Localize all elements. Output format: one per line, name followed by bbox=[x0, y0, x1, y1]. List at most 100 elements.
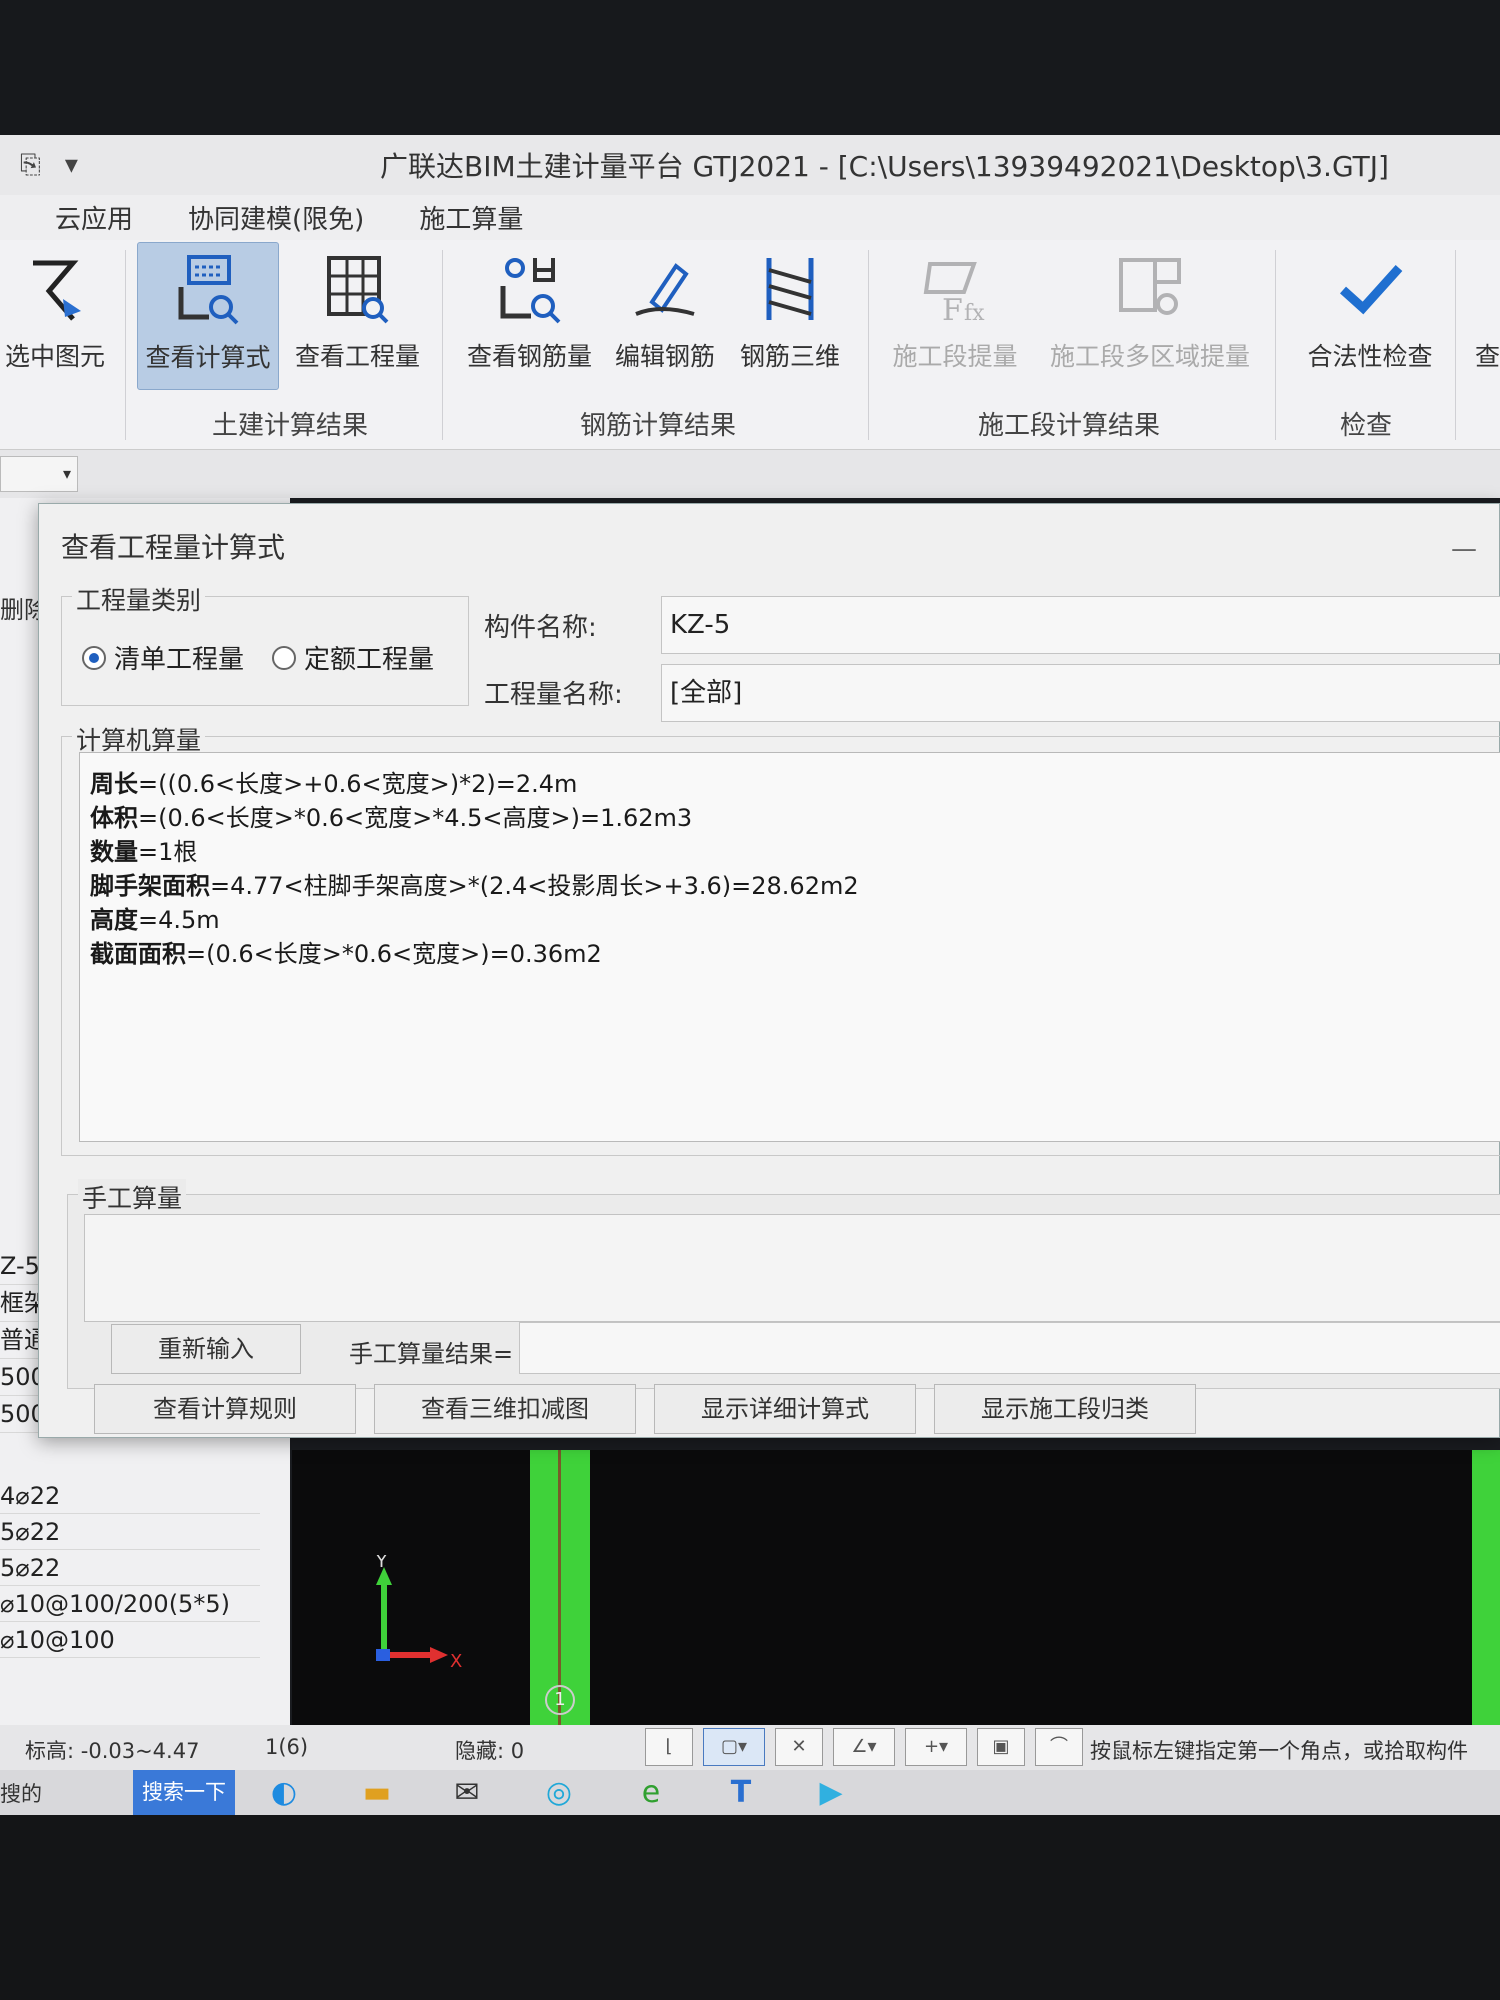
ribbon-cut-button[interactable]: 查 bbox=[1475, 242, 1500, 373]
command-hint: 按鼠标左键指定第一个角点，或拾取构件 bbox=[1090, 1739, 1468, 1763]
manual-calc-input[interactable] bbox=[84, 1214, 1500, 1322]
taskbar-search-text[interactable]: 搜的 bbox=[0, 1778, 42, 1808]
window-title: 广联达BIM土建计量平台 GTJ2021 - [C:\Users\1393949… bbox=[380, 150, 1389, 183]
axis-number-badge: 1 bbox=[545, 1685, 575, 1715]
radio-selected-icon bbox=[82, 645, 106, 670]
show-stage-category-button[interactable]: 显示施工段归类 bbox=[934, 1384, 1196, 1434]
browser-icon[interactable]: ◎ bbox=[540, 1774, 578, 1812]
ribbon-group-stage: 施工段计算结果 bbox=[978, 411, 1161, 441]
sigma-icon bbox=[0, 242, 110, 337]
calc-line: 周长=((0.6<长度>+0.6<宽度>)*2)=2.4m bbox=[90, 770, 578, 798]
radio-unselected-icon bbox=[272, 645, 296, 670]
view-formula-icon bbox=[138, 243, 278, 338]
offset-icon[interactable]: +▾ bbox=[905, 1728, 967, 1766]
edit-rebar-button[interactable]: 编辑钢筋 bbox=[610, 242, 720, 373]
manual-result-field[interactable] bbox=[519, 1322, 1500, 1374]
rebar-3d-button[interactable]: 钢筋三维 bbox=[735, 242, 845, 373]
radio-bill-quantity[interactable]: 清单工程量 bbox=[82, 639, 244, 676]
taskbar-search-button[interactable]: 搜索一下 bbox=[133, 1770, 235, 1815]
stage-multi-area-button[interactable]: 施工段多区域提量 bbox=[1040, 242, 1260, 373]
stage-multi-icon bbox=[1040, 242, 1260, 337]
rebar-3d-icon bbox=[735, 242, 845, 337]
calc-line: 数量=1根 bbox=[90, 838, 198, 866]
folder-icon[interactable]: ▬ bbox=[358, 1774, 396, 1812]
os-taskbar: 搜的 搜索一下 ◐ ▬ ✉ ◎ e T ▶ bbox=[0, 1770, 1500, 1815]
menu-construction-qty[interactable]: 施工算量 bbox=[419, 199, 523, 236]
rebar-row[interactable]: 5⌀22 bbox=[0, 1514, 260, 1550]
ribbon-separator bbox=[125, 250, 126, 440]
box-select-icon[interactable]: ▢▾ bbox=[703, 1728, 765, 1766]
quantity-category-group: 工程量类别 清单工程量 定额工程量 bbox=[61, 581, 469, 706]
radio-quota-quantity[interactable]: 定额工程量 bbox=[272, 639, 434, 676]
calc-line: 体积=(0.6<长度>*0.6<宽度>*4.5<高度>)=1.62m3 bbox=[90, 804, 693, 832]
ribbon-separator bbox=[868, 250, 869, 440]
ortho-icon[interactable]: ⌊ bbox=[645, 1728, 693, 1766]
svg-text:F: F bbox=[942, 293, 963, 327]
rebar-row[interactable]: 5⌀22 bbox=[0, 1550, 260, 1586]
validity-check-button[interactable]: 合法性检查 bbox=[1295, 242, 1445, 373]
floor-combo[interactable]: ▾ bbox=[0, 456, 78, 492]
text-app-icon[interactable]: T bbox=[722, 1774, 760, 1812]
ribbon-separator bbox=[442, 250, 443, 440]
arc-icon[interactable]: ⌒ bbox=[1035, 1728, 1083, 1766]
view-quantity-button[interactable]: 查看工程量 bbox=[290, 242, 425, 373]
rebar-row[interactable]: ⌀10@100/200(5*5) bbox=[0, 1586, 260, 1622]
ribbon-group-rebar: 钢筋计算结果 bbox=[580, 411, 737, 441]
status-bar: 标高: -0.03~4.47 1(6) 隐藏: 0 ⌊ ▢▾ ✕ ∠▾ +▾ ▣… bbox=[0, 1725, 1500, 1770]
edge-browser-icon[interactable]: ◐ bbox=[265, 1774, 303, 1812]
axis-x-label: X bbox=[450, 1651, 462, 1672]
ribbon: 选中图元 查看计算式 查看工程量 土建计算结果 查看钢筋量 编辑钢筋 钢筋三维 … bbox=[0, 240, 1500, 450]
mail-icon[interactable]: ✉ bbox=[448, 1774, 486, 1812]
reinput-button[interactable]: 重新输入 bbox=[111, 1324, 301, 1374]
show-detail-formula-button[interactable]: 显示详细计算式 bbox=[654, 1384, 916, 1434]
player-icon[interactable]: ▶ bbox=[812, 1774, 850, 1812]
ribbon-group-civil: 土建计算结果 bbox=[212, 411, 369, 441]
ribbon-separator bbox=[1455, 250, 1456, 440]
cross-select-icon[interactable]: ✕ bbox=[775, 1728, 823, 1766]
toolstrip: ▾ bbox=[0, 450, 1500, 498]
menu-bar: 云应用 协同建模(限免) 施工算量 bbox=[0, 195, 1500, 240]
formula-dialog: 查看工程量计算式 — 工程量类别 清单工程量 定额工程量 构件名称: KZ-5 … bbox=[38, 503, 1500, 1438]
pencil-icon bbox=[610, 242, 720, 337]
menu-cloud-app[interactable]: 云应用 bbox=[55, 199, 133, 236]
component-name-label: 构件名称: bbox=[484, 613, 597, 643]
new-file-icon[interactable]: ⎘ bbox=[20, 150, 41, 181]
hidden-count: 隐藏: 0 bbox=[455, 1739, 525, 1763]
quick-access-dropdown-icon[interactable]: ▾ bbox=[65, 150, 78, 180]
calc-line: 高度=4.5m bbox=[90, 906, 220, 934]
angle-icon[interactable]: ∠▾ bbox=[833, 1728, 895, 1766]
view-rebar-qty-button[interactable]: 查看钢筋量 bbox=[462, 242, 597, 373]
column-element[interactable] bbox=[1472, 1450, 1500, 1725]
monitor-bezel-top bbox=[0, 0, 1500, 135]
axis-line bbox=[558, 1450, 561, 1725]
ribbon-separator bbox=[1275, 250, 1276, 440]
drawing-viewport[interactable]: 1 Y X bbox=[292, 1450, 1500, 1725]
stage-formula-icon: Ffx bbox=[885, 242, 1025, 337]
view-formula-button[interactable]: 查看计算式 bbox=[137, 242, 279, 390]
quantity-name-field[interactable]: [全部] bbox=[661, 664, 1500, 722]
component-name-field[interactable]: KZ-5 bbox=[661, 596, 1500, 654]
axis-y-label: Y bbox=[375, 1555, 388, 1572]
minimize-icon[interactable]: — bbox=[1451, 534, 1477, 564]
title-bar: ⎘ ▾ 广联达BIM土建计量平台 GTJ2021 - [C:\Users\139… bbox=[0, 135, 1500, 195]
rebar-row[interactable]: 4⌀22 bbox=[0, 1478, 260, 1514]
group-legend: 手工算量 bbox=[78, 1179, 187, 1215]
view-3d-deduction-button[interactable]: 查看三维扣减图 bbox=[374, 1384, 636, 1434]
stage-qty-button[interactable]: Ffx 施工段提量 bbox=[885, 242, 1025, 373]
monitor-bezel-bottom bbox=[0, 1815, 1500, 2000]
computer-calc-text[interactable]: 周长=((0.6<长度>+0.6<宽度>)*2)=2.4m 体积=(0.6<长度… bbox=[79, 752, 1500, 1142]
menu-collab-modeling[interactable]: 协同建模(限免) bbox=[188, 199, 364, 236]
view-quantity-icon bbox=[290, 242, 425, 337]
ribbon-group-check: 检查 bbox=[1340, 411, 1393, 441]
view-rebar-icon bbox=[462, 242, 597, 337]
elevation-readout: 标高: -0.03~4.47 bbox=[25, 1739, 200, 1763]
view-calc-rules-button[interactable]: 查看计算规则 bbox=[94, 1384, 356, 1434]
manual-result-label: 手工算量结果= bbox=[349, 1340, 514, 1368]
rebar-row[interactable]: ⌀10@100 bbox=[0, 1622, 260, 1658]
rebar-rows: 4⌀22 5⌀22 5⌀22 ⌀10@100/200(5*5) ⌀10@100 bbox=[0, 1478, 260, 1658]
selection-count: 1(6) bbox=[265, 1735, 309, 1759]
display-icon[interactable]: ▣ bbox=[977, 1728, 1025, 1766]
dialog-title: 查看工程量计算式 bbox=[61, 531, 286, 564]
ie-browser-icon[interactable]: e bbox=[632, 1774, 670, 1812]
select-element-button[interactable]: 选中图元 bbox=[0, 242, 110, 373]
